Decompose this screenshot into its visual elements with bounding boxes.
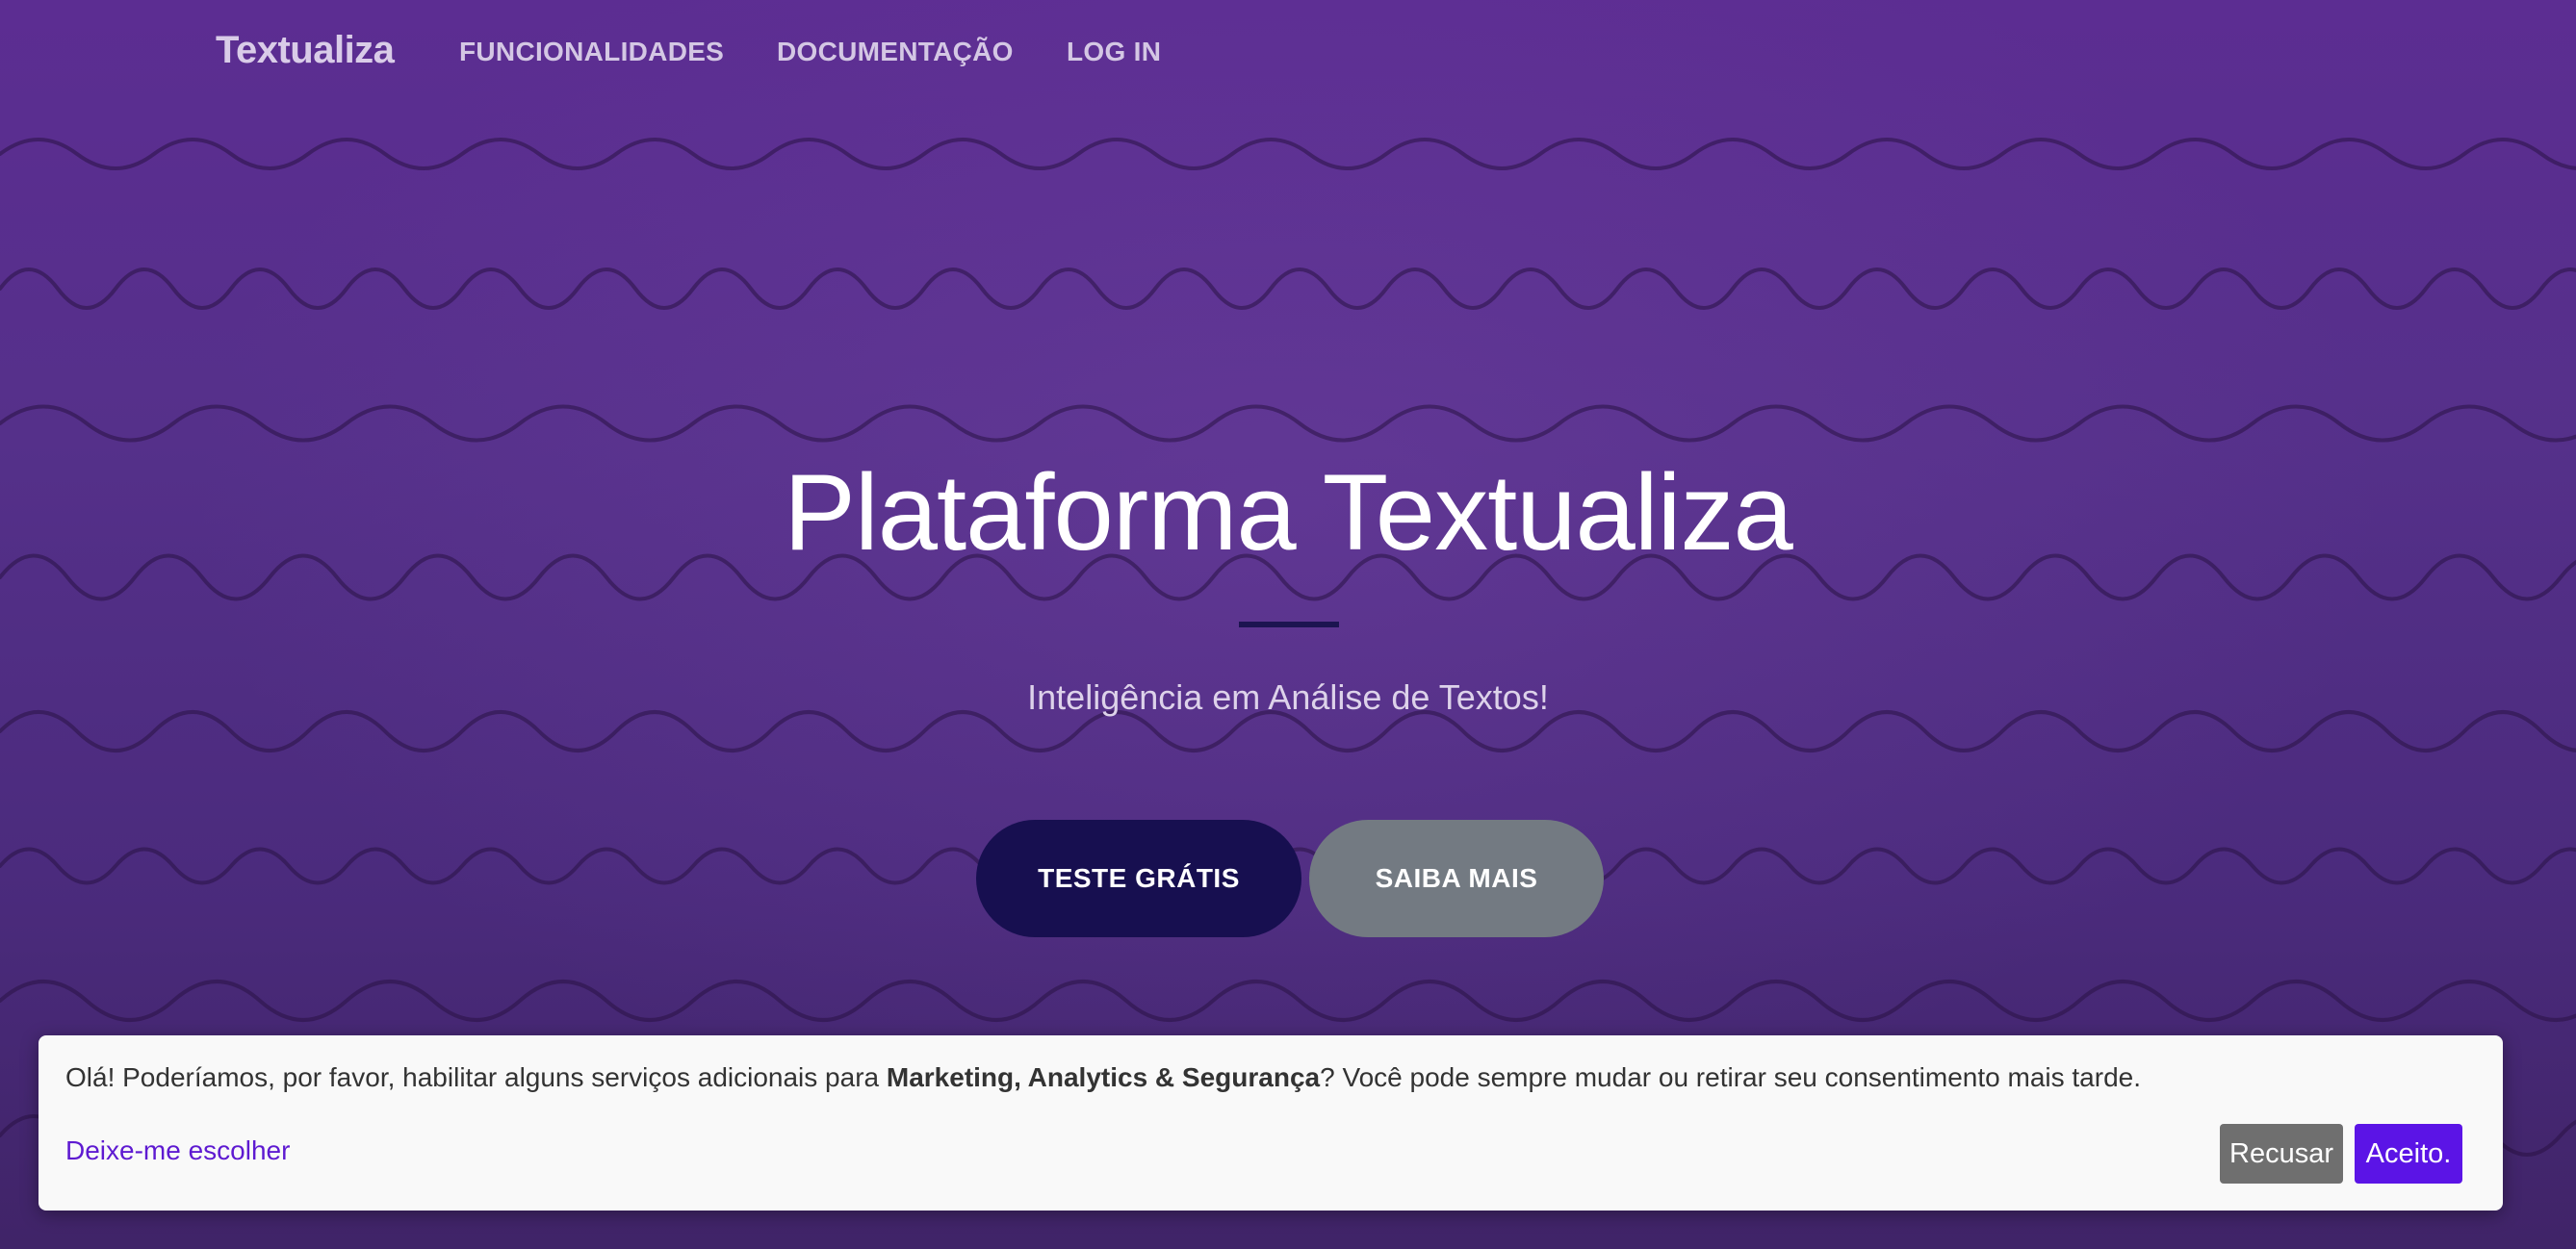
free-trial-button[interactable]: TESTE GRÁTIS [976, 820, 1301, 937]
cookie-consent-message: Olá! Poderíamos, por favor, habilitar al… [65, 1058, 2141, 1097]
hero-subtitle: Inteligência em Análise de Textos! [1027, 677, 1549, 717]
decline-button[interactable]: Recusar [2220, 1124, 2343, 1184]
let-me-choose-link[interactable]: Deixe-me escolher [65, 1135, 290, 1166]
cookie-text-services: Marketing, Analytics & Segurança [886, 1062, 1321, 1092]
hero-divider [1239, 622, 1339, 627]
accept-button[interactable]: Aceito. [2355, 1124, 2462, 1184]
hero-title: Plataforma Textualiza [784, 452, 1793, 573]
nav-link-login[interactable]: LOG IN [1067, 37, 1161, 67]
cookie-text-after: ? Você pode sempre mudar ou retirar seu … [1320, 1062, 2142, 1092]
nav-link-documentation[interactable]: DOCUMENTAÇÃO [777, 37, 1014, 67]
nav-link-features[interactable]: FUNCIONALIDADES [459, 37, 724, 67]
top-navbar: Textualiza FUNCIONALIDADES DOCUMENTAÇÃO … [0, 0, 2576, 102]
cookie-text-before: Olá! Poderíamos, por favor, habilitar al… [65, 1062, 887, 1092]
hero-section: Textualiza FUNCIONALIDADES DOCUMENTAÇÃO … [0, 0, 2576, 1249]
learn-more-button[interactable]: SAIBA MAIS [1309, 820, 1604, 937]
brand-logo-link[interactable]: Textualiza [216, 29, 395, 72]
cookie-consent-banner: Olá! Poderíamos, por favor, habilitar al… [39, 1035, 2503, 1211]
